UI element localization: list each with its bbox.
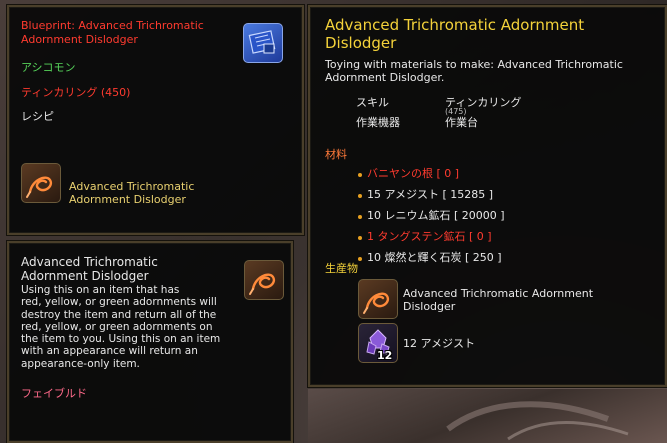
recipe-subtitle-line2: Adornment Dislodger. [325, 71, 445, 84]
result-name-line2: Adornment Dislodger [69, 193, 186, 206]
description-line: the item to you. Using this on an item [21, 333, 221, 346]
description-line: red, yellow, or green adornments will [21, 296, 217, 309]
stack-count: 12 [377, 349, 393, 362]
item-description: Using this on an item that has red, yell… [21, 284, 220, 370]
dislodger-icon [21, 163, 61, 203]
item-flag: フェイブルド [21, 387, 87, 400]
description-line: destroy the item and return all of the [21, 308, 217, 321]
result-name-line1: Advanced Trichromatic [69, 180, 195, 193]
item-type: レシピ [21, 110, 54, 123]
product-dislodger-icon[interactable] [358, 279, 398, 319]
material-row: 10 燦然と輝く石炭 [ 250 ] [367, 251, 502, 264]
materials-heading: 材料 [325, 148, 347, 161]
bullet-icon [358, 257, 362, 261]
recipe-title-line1: Advanced Trichromatic Adornment [325, 16, 585, 34]
skill-label: スキル [356, 96, 389, 109]
bullet-icon [358, 194, 362, 198]
description-line: red, yellow, or green adornments on [21, 320, 213, 333]
amethyst-gem-icon[interactable]: 12 [358, 323, 398, 363]
device-value: 作業台 [445, 116, 478, 129]
item-tooltip: Advanced Trichromatic Adornment Dislodge… [7, 241, 293, 443]
recipe-title-line2: Dislodger [325, 34, 397, 52]
material-row: バニヤンの根 [ 0 ] [367, 167, 460, 180]
bullet-icon [358, 173, 362, 177]
blueprint-title-line1: Blueprint: Advanced Trichromatic [21, 19, 204, 32]
dislodger-icon [244, 260, 284, 300]
product-name: 12 アメジスト [403, 337, 475, 350]
scene-sliver [308, 389, 667, 443]
blueprint-tooltip: Blueprint: Advanced Trichromatic Adornme… [7, 5, 304, 235]
device-label: 作業機器 [356, 116, 400, 129]
recipe-panel: Advanced Trichromatic Adornment Dislodge… [308, 5, 667, 387]
material-row: 1 タングステン鉱石 [ 0 ] [367, 230, 492, 243]
product-name-line1: Advanced Trichromatic Adornment [403, 287, 594, 300]
item-name-line2: Adornment Dislodger [21, 269, 149, 283]
item-name-line1: Advanced Trichromatic [21, 255, 158, 269]
description-line: Using this on an item that has [21, 284, 180, 296]
material-row: 10 レニウム鉱石 [ 20000 ] [367, 209, 505, 222]
job-class: アシコモン [21, 61, 76, 74]
material-row: 15 アメジスト [ 15285 ] [367, 188, 494, 201]
blueprint-title-line2: Adornment Dislodger [21, 33, 138, 46]
description-line: with an appearance will return an [21, 345, 198, 358]
skill-level: (475) [445, 107, 467, 116]
products-heading: 生産物 [325, 262, 358, 275]
description-line: appearance-only item. [21, 357, 140, 370]
bullet-icon [358, 236, 362, 240]
product-name-line2: Dislodger [403, 300, 456, 313]
required-skill: ティンカリング (450) [21, 86, 131, 99]
recipe-subtitle-line1: Toying with materials to make: Advanced … [325, 58, 623, 71]
blueprint-icon [243, 23, 283, 63]
bullet-icon [358, 215, 362, 219]
